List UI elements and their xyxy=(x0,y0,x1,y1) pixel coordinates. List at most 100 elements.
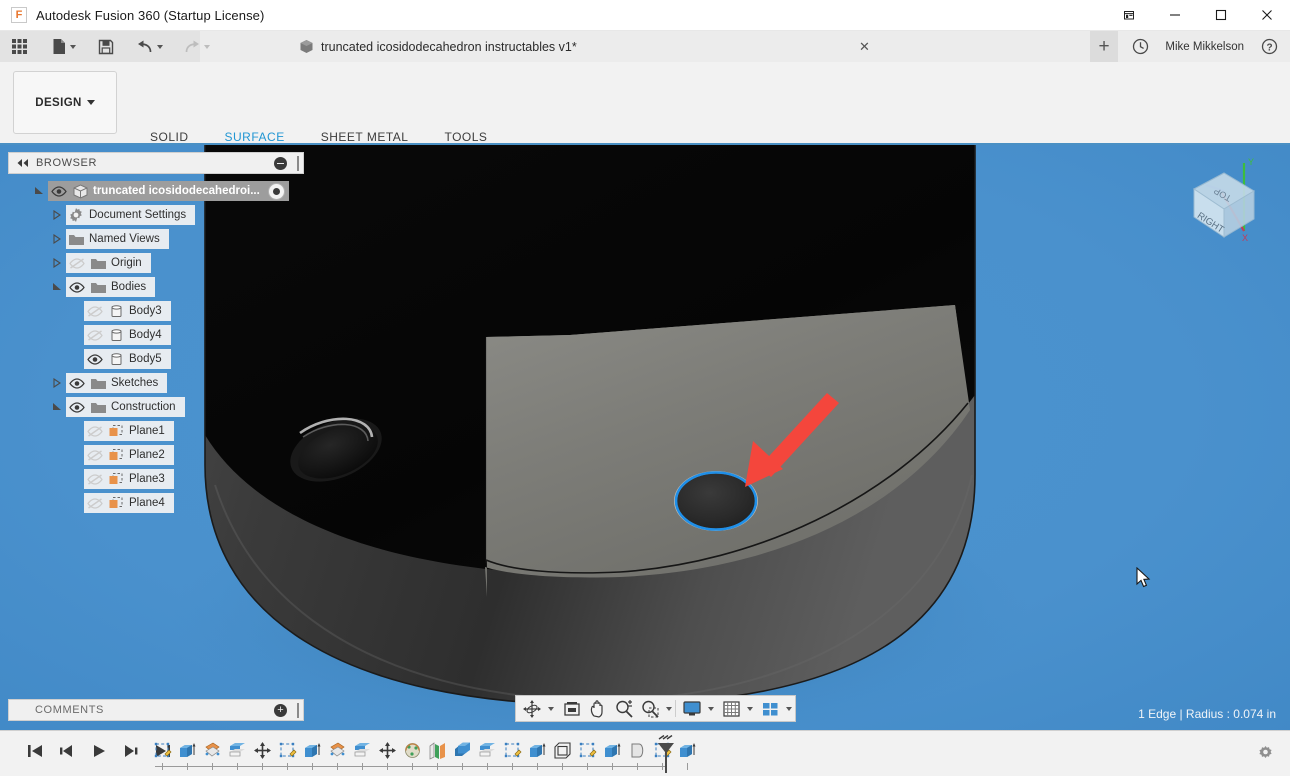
offset-feature-icon[interactable] xyxy=(475,739,500,761)
add-comment-icon[interactable]: + xyxy=(274,704,287,717)
extrude-feature-icon[interactable] xyxy=(600,739,625,761)
move-feature-icon[interactable] xyxy=(375,739,400,761)
timeline-node-plane[interactable] xyxy=(325,735,350,773)
restore-down-button[interactable] xyxy=(1106,0,1152,31)
minus-circle-icon[interactable] xyxy=(274,157,287,170)
shell-feature-icon[interactable] xyxy=(550,739,575,761)
new-file-button[interactable] xyxy=(46,31,82,62)
timeline-node-plane[interactable] xyxy=(200,735,225,773)
timeline-node-extrude[interactable] xyxy=(175,735,200,773)
comments-panel[interactable]: COMMENTS + xyxy=(8,699,304,721)
offset-feature-icon[interactable] xyxy=(225,739,250,761)
visibility-eye-icon[interactable] xyxy=(66,374,88,392)
revolve-feature-icon[interactable] xyxy=(400,739,425,761)
timeline-node-move[interactable] xyxy=(375,735,400,773)
maximize-button[interactable] xyxy=(1198,0,1244,31)
sketch-feature-icon[interactable] xyxy=(500,739,525,761)
tree-item-origin[interactable]: Origin xyxy=(8,253,304,273)
move-feature-icon[interactable] xyxy=(250,739,275,761)
zoom-button[interactable] xyxy=(611,697,637,720)
extrude-feature-icon[interactable] xyxy=(300,739,325,761)
timeline-node-sketch[interactable] xyxy=(500,735,525,773)
tree-item-plane1[interactable]: Plane1 xyxy=(8,421,304,441)
orbit-button[interactable] xyxy=(519,697,545,720)
timeline-end-marker[interactable] xyxy=(655,735,677,773)
timeline-node-offset[interactable] xyxy=(350,735,375,773)
tree-item-construction[interactable]: Construction xyxy=(8,397,304,417)
visibility-eye-icon[interactable] xyxy=(48,182,70,200)
document-tab[interactable]: truncated icosidodecahedron instructable… xyxy=(286,31,881,62)
viewports-button[interactable] xyxy=(758,697,783,720)
visibility-eye-icon[interactable] xyxy=(66,398,88,416)
tree-item-named-views[interactable]: Named Views xyxy=(8,229,304,249)
close-button[interactable] xyxy=(1244,0,1290,31)
user-name-label[interactable]: Mike Mikkelson xyxy=(1155,41,1254,53)
expander-collapsed-icon[interactable] xyxy=(48,254,66,272)
visibility-eye-hidden-icon[interactable] xyxy=(84,326,106,344)
timeline-node-offset[interactable] xyxy=(225,735,250,773)
timeline-node-extrude[interactable] xyxy=(600,735,625,773)
help-icon[interactable]: ? xyxy=(1254,31,1284,62)
panel-resize-grip[interactable] xyxy=(297,156,299,171)
zoom-window-button[interactable] xyxy=(637,697,663,720)
sketch-feature-icon[interactable] xyxy=(575,739,600,761)
timeline-node-sketch[interactable] xyxy=(150,735,175,773)
display-settings-button[interactable] xyxy=(679,697,705,720)
tree-item-sketches[interactable]: Sketches xyxy=(8,373,304,393)
visibility-eye-icon[interactable] xyxy=(66,278,88,296)
expander-collapsed-icon[interactable] xyxy=(48,374,66,392)
timeline-node-shell[interactable] xyxy=(550,735,575,773)
pan-button[interactable] xyxy=(585,697,611,720)
undo-button[interactable] xyxy=(130,31,169,62)
grid-snaps-button[interactable] xyxy=(719,697,744,720)
timeline-node-extrude[interactable] xyxy=(300,735,325,773)
step-forward-button[interactable] xyxy=(120,740,142,762)
patch-feature-icon[interactable] xyxy=(625,739,650,761)
timeline-node-thicken[interactable] xyxy=(450,735,475,773)
look-at-button[interactable] xyxy=(559,697,585,720)
grid-snaps-caret-icon[interactable] xyxy=(747,707,753,711)
tree-item-plane4[interactable]: Plane4 xyxy=(8,493,304,513)
double-chevron-left-icon[interactable] xyxy=(13,153,33,173)
view-cube[interactable]: Y X TOP RIGHT xyxy=(1172,153,1276,257)
timeline-node-extrude[interactable] xyxy=(525,735,550,773)
jump-to-beginning-button[interactable] xyxy=(24,740,46,762)
tree-item-plane3[interactable]: Plane3 xyxy=(8,469,304,489)
tab-solid[interactable]: SOLID xyxy=(132,126,207,147)
timeline-node-sketch[interactable] xyxy=(275,735,300,773)
orbit-caret-icon[interactable] xyxy=(548,707,554,711)
zoom-window-caret-icon[interactable] xyxy=(666,707,672,711)
expander-collapsed-icon[interactable] xyxy=(48,230,66,248)
minimize-button[interactable] xyxy=(1152,0,1198,31)
visibility-eye-hidden-icon[interactable] xyxy=(84,470,106,488)
thicken-feature-icon[interactable] xyxy=(450,739,475,761)
activate-component-icon[interactable] xyxy=(268,183,285,200)
timeline-settings-gear-icon[interactable] xyxy=(1254,742,1276,764)
save-button[interactable] xyxy=(92,31,120,62)
expander-collapsed-icon[interactable] xyxy=(48,206,66,224)
expander-expanded-icon[interactable] xyxy=(48,278,66,296)
plane-feature-icon[interactable] xyxy=(200,739,225,761)
plane-feature-icon[interactable] xyxy=(425,739,450,761)
timeline-node-sketch[interactable] xyxy=(575,735,600,773)
plane-feature-icon[interactable] xyxy=(325,739,350,761)
visibility-eye-hidden-icon[interactable] xyxy=(84,446,106,464)
redo-button[interactable] xyxy=(177,31,216,62)
tree-item-body3[interactable]: Body3 xyxy=(8,301,304,321)
tree-item-body4[interactable]: Body4 xyxy=(8,325,304,345)
step-backward-button[interactable] xyxy=(56,740,78,762)
play-button[interactable] xyxy=(88,740,110,762)
sketch-feature-icon[interactable] xyxy=(150,739,175,761)
expander-expanded-icon[interactable] xyxy=(48,398,66,416)
tree-item-body5[interactable]: Body5 xyxy=(8,349,304,369)
timeline-node-offset[interactable] xyxy=(475,735,500,773)
visibility-eye-hidden-icon[interactable] xyxy=(84,302,106,320)
expander-expanded-icon[interactable] xyxy=(30,182,48,200)
panel-resize-grip[interactable] xyxy=(297,703,299,718)
timeline-node-extrude[interactable] xyxy=(675,735,700,773)
workspace-selector[interactable]: DESIGN xyxy=(13,71,117,134)
app-grid-button[interactable] xyxy=(0,31,34,62)
timeline-node-move[interactable] xyxy=(250,735,275,773)
viewports-caret-icon[interactable] xyxy=(786,707,792,711)
timeline-node-plane[interactable] xyxy=(425,735,450,773)
